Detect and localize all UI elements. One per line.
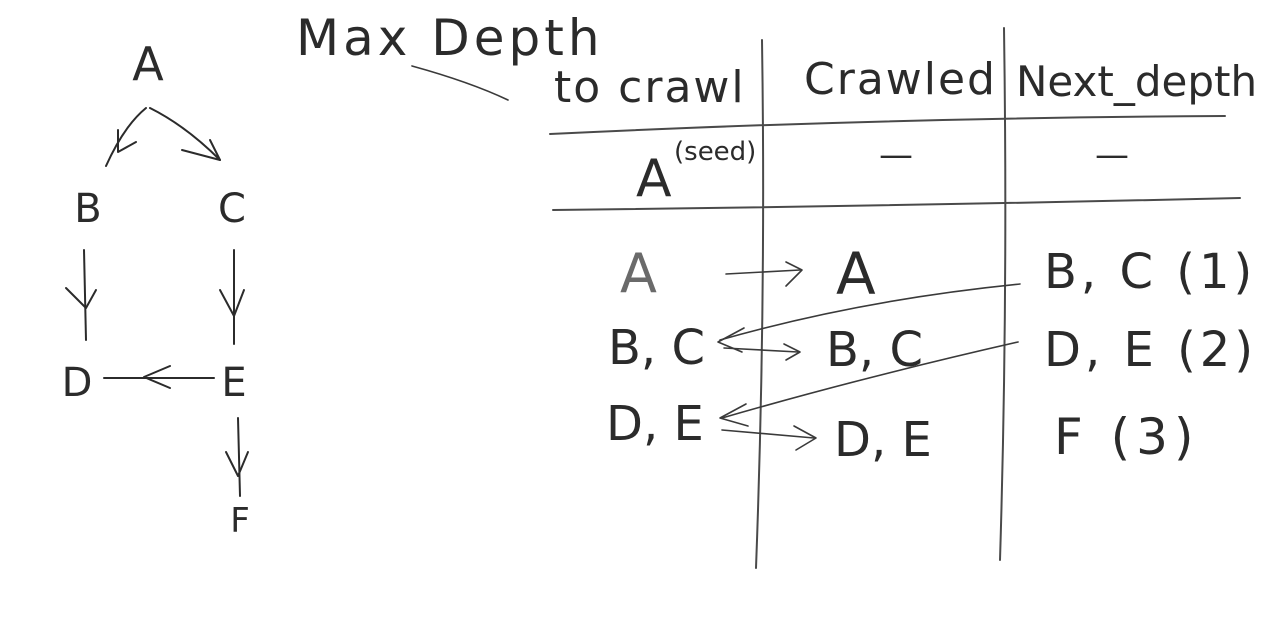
table-column-divider-2 — [999, 27, 1007, 561]
crawl-table: to crawl Crawled Next_depth A (seed) — —… — [549, 27, 1257, 569]
title-underline — [411, 65, 509, 101]
header-next-depth: Next_depth — [1016, 57, 1257, 106]
node-e: E — [221, 360, 246, 406]
row2-next-depth: D, E (2) — [1044, 322, 1257, 378]
arrowhead-b-d — [65, 287, 97, 309]
row3-next-depth: F (3) — [1054, 408, 1199, 466]
arrowhead-c-e — [219, 289, 245, 317]
arrow-row3-to-crawled — [721, 429, 815, 439]
table-column-divider-1 — [755, 39, 765, 569]
seed-label: (seed) — [674, 137, 756, 167]
seed-next-depth: — — [1095, 135, 1129, 175]
row3-crawled: D, E — [834, 412, 932, 468]
node-d: D — [62, 360, 93, 406]
table-header-divider — [549, 115, 1226, 135]
row1-crawled: A — [836, 240, 876, 308]
header-to-crawl: to crawl — [554, 62, 746, 113]
edge-e-f — [237, 417, 241, 497]
row1-next-depth: B, C (1) — [1044, 244, 1256, 300]
graph-diagram: A B C D E F — [62, 37, 250, 541]
node-c: C — [218, 186, 246, 232]
arrowhead-row1-to-crawled — [785, 261, 803, 287]
whiteboard-canvas: A B C D E F Max Depth to crawl Crawled N… — [62, 9, 1257, 569]
row2-to-crawl: B, C — [608, 320, 705, 376]
row3-to-crawl: D, E — [606, 396, 704, 452]
arrowhead-e-f — [225, 451, 249, 477]
seed-crawled: — — [879, 135, 913, 175]
node-f: F — [230, 501, 250, 541]
row2-crawled: B, C — [826, 322, 923, 378]
seed-to-crawl: A — [636, 149, 672, 209]
edge-a-c — [149, 107, 221, 161]
node-b: B — [74, 186, 101, 232]
arrowhead-a-b — [117, 129, 137, 153]
edge-b-d — [83, 249, 87, 341]
page-title: Max Depth — [296, 9, 604, 67]
node-a: A — [132, 37, 164, 91]
row1-to-crawl: A — [620, 242, 657, 305]
header-crawled: Crawled — [804, 54, 997, 105]
edge-a-b — [105, 107, 147, 167]
